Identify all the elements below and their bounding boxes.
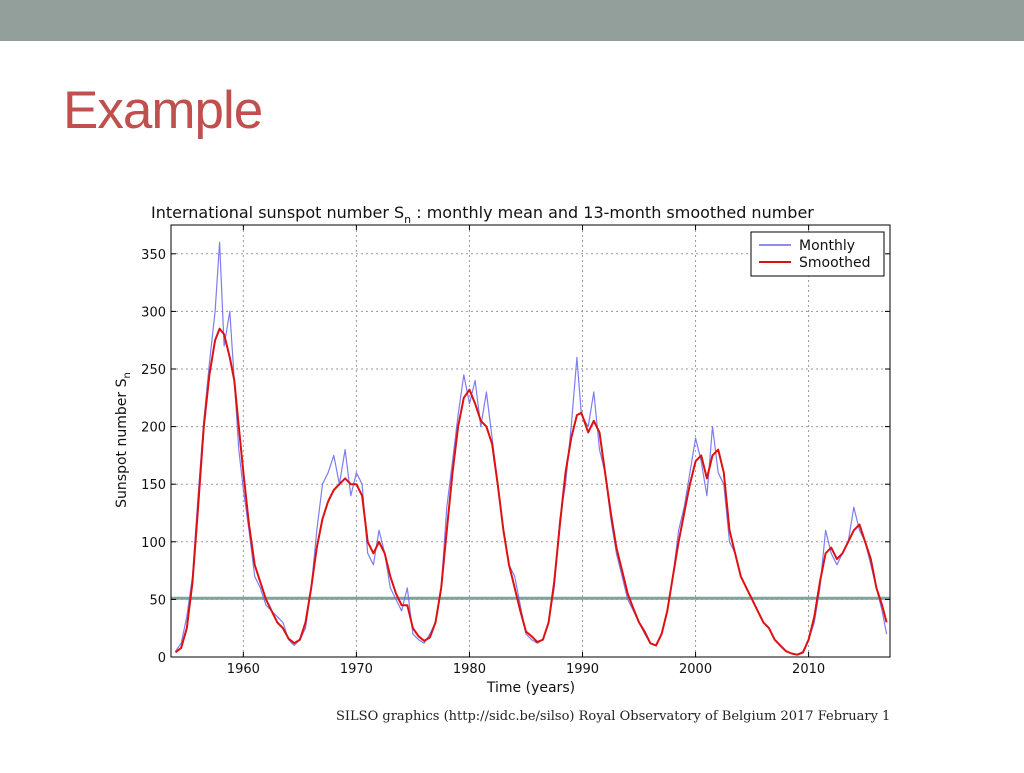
y-tick-label-0: 0	[158, 651, 166, 666]
plot-area	[174, 241, 888, 656]
axis-ticks: 1960 1970 1980 1990 2000 2010 0 50 100 150 200 250 3…	[141, 225, 890, 677]
chart-title: International sunspot number Sn : monthl…	[151, 203, 814, 226]
chart-title-rest: : monthly mean and 13-month smoothed num…	[411, 203, 814, 222]
x-tick-label-1960: 1960	[227, 662, 260, 677]
sunspot-chart: International sunspot number Sn : monthl…	[114, 203, 891, 696]
chart-title-main: International sunspot number S	[151, 203, 404, 222]
x-tick-label-1990: 1990	[566, 662, 599, 677]
y-tick-label-350: 350	[141, 248, 166, 263]
x-tick-label-1970: 1970	[340, 662, 373, 677]
grid	[171, 225, 890, 657]
y-tick-label-200: 200	[141, 421, 166, 436]
credit-line: SILSO graphics (http://sidc.be/silso) Ro…	[336, 709, 891, 724]
y-axis-label-main: Sunspot number S	[114, 378, 130, 507]
y-axis-label-sub: n	[122, 372, 133, 378]
chart-container: International sunspot number Sn : monthl…	[0, 0, 1024, 768]
y-tick-label-150: 150	[141, 478, 166, 493]
x-tick-label-1980: 1980	[453, 662, 486, 677]
x-axis-label: Time (years)	[486, 680, 575, 696]
y-tick-label-50: 50	[149, 593, 166, 608]
plot-frame	[170, 224, 891, 658]
y-axis-label: Sunspot number Sn	[114, 372, 133, 508]
legend-label-smoothed: Smoothed	[799, 255, 871, 271]
legend: MonthlySmoothed	[750, 231, 885, 277]
y-tick-label-300: 300	[141, 305, 166, 320]
series-line-monthly	[175, 241, 888, 656]
chart-title-sub: n	[404, 213, 411, 226]
y-tick-label-100: 100	[141, 536, 166, 551]
x-tick-label-2000: 2000	[679, 662, 712, 677]
series-line-smoothed	[174, 327, 888, 656]
x-tick-label-2010: 2010	[792, 662, 825, 677]
y-tick-label-250: 250	[141, 363, 166, 378]
legend-label-monthly: Monthly	[799, 238, 855, 254]
